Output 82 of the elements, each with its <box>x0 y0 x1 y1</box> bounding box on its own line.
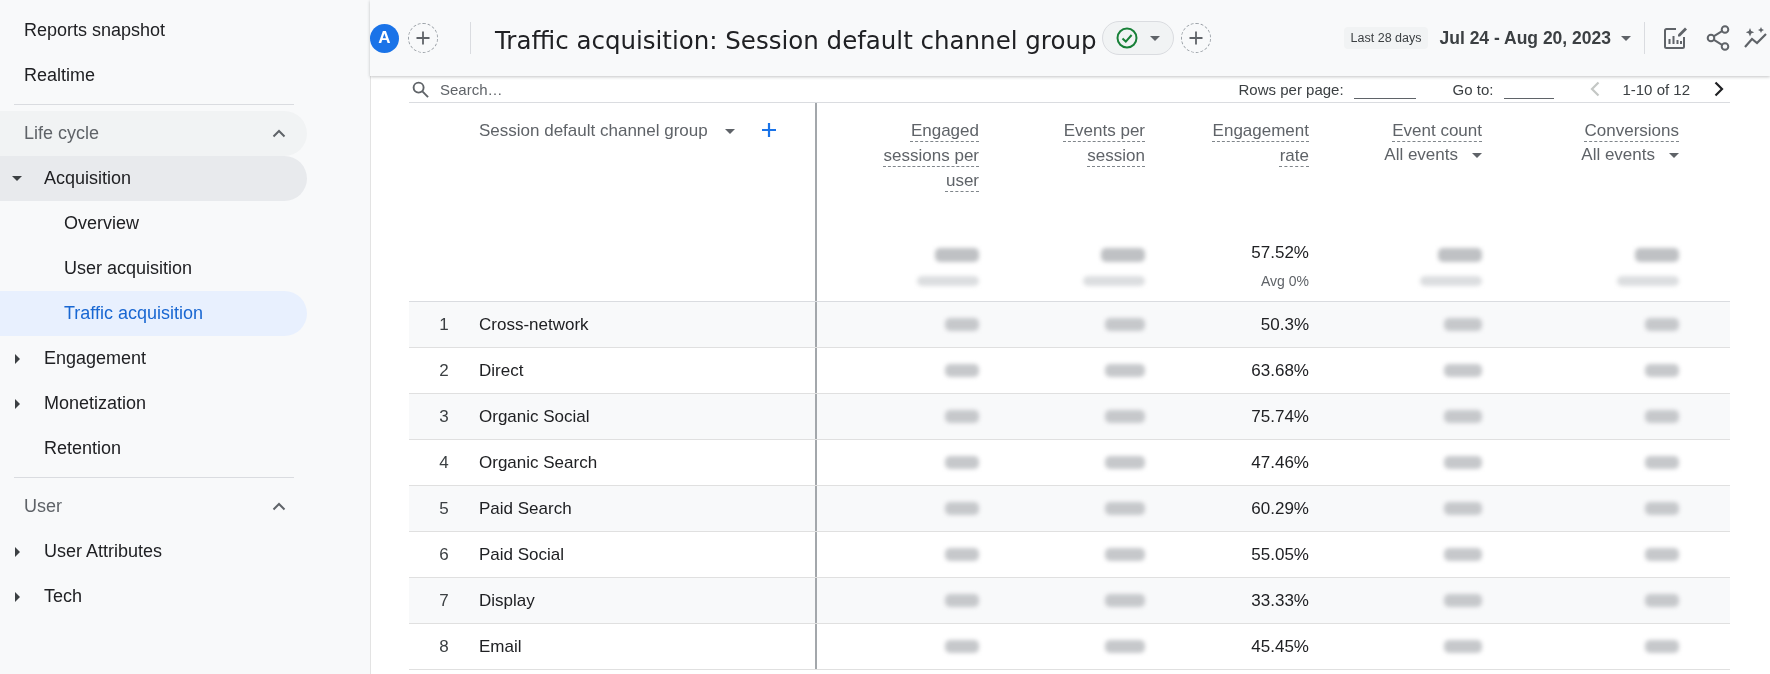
channel-name: Paid Search <box>479 498 572 518</box>
status-dropdown[interactable] <box>1102 21 1175 55</box>
rows-per-page-label: Rows per page: <box>1238 80 1344 98</box>
plus-icon <box>1188 30 1205 46</box>
plus-icon <box>760 122 777 138</box>
column-header[interactable]: Engaged sessions per user <box>867 118 979 193</box>
caret-down-icon <box>1621 35 1631 41</box>
table-cell: 55.05% <box>1251 544 1309 565</box>
table-cell: 50.3% <box>1260 314 1309 335</box>
nav-item[interactable]: User Attributes <box>0 529 307 574</box>
channel-name: Cross-network <box>479 314 589 334</box>
channel-name: Paid Social <box>479 544 565 564</box>
row-number: 4 <box>439 452 449 473</box>
event-filter-dropdown[interactable]: All events <box>1384 145 1482 165</box>
dimension-dropdown[interactable]: Session default channel group <box>479 121 735 141</box>
channel-name: Email <box>479 636 522 656</box>
channel-name: Organic Search <box>479 452 598 472</box>
nav-item[interactable]: Acquisition <box>0 156 307 201</box>
caret-down-icon <box>1150 35 1161 41</box>
section-header[interactable]: Life cycle <box>0 111 307 156</box>
plus-icon <box>415 30 431 46</box>
table-cell: 63.68% <box>1251 360 1309 381</box>
chevron-up-icon <box>272 502 286 511</box>
table-cell: 33.33% <box>1251 590 1309 611</box>
blurred-value <box>1420 276 1482 286</box>
nav-item[interactable]: Realtime <box>0 53 307 98</box>
row-number: 7 <box>439 590 449 611</box>
blurred-value <box>917 276 979 286</box>
column-header[interactable]: Event count <box>1392 118 1482 143</box>
row-number: 8 <box>439 636 449 657</box>
chevron-up-icon <box>272 129 286 138</box>
date-preset-chip: Last 28 days <box>1343 27 1429 49</box>
nav-item[interactable]: Traffic acquisition <box>0 291 307 336</box>
nav-item[interactable]: Retention <box>0 426 307 471</box>
row-number: 5 <box>439 498 449 519</box>
column-header[interactable]: Engagement rate <box>1197 118 1309 168</box>
date-range-button[interactable]: Jul 24 - Aug 20, 2023 <box>1439 27 1631 49</box>
nav-item[interactable]: Engagement <box>0 336 307 381</box>
search-icon <box>412 80 429 98</box>
nav-item[interactable]: Overview <box>0 201 307 246</box>
blurred-value <box>1617 276 1679 286</box>
table-cell: 47.46% <box>1251 452 1309 473</box>
go-to-label: Go to: <box>1452 80 1494 98</box>
share-icon <box>1706 25 1730 51</box>
search-field[interactable]: Search… <box>440 79 640 99</box>
next-page-button[interactable] <box>1714 81 1724 97</box>
channel-name: Organic Social <box>479 406 590 426</box>
table-cell: 60.29% <box>1251 498 1309 519</box>
share-button[interactable] <box>1706 25 1730 51</box>
channel-name: Display <box>479 590 535 610</box>
insights-button[interactable] <box>1744 26 1768 50</box>
table-cell: 75.74% <box>1251 406 1309 427</box>
nav-item[interactable]: Reports snapshot <box>0 8 307 53</box>
check-circle-icon <box>1116 27 1139 49</box>
row-number: 2 <box>439 360 449 381</box>
row-number: 6 <box>439 544 449 565</box>
event-filter-dropdown[interactable]: All events <box>1581 145 1679 165</box>
column-header[interactable]: Events per session <box>1033 118 1145 168</box>
chevron-right-icon <box>1714 81 1724 97</box>
row-number: 1 <box>439 314 449 335</box>
table-cell: 45.45% <box>1251 636 1309 657</box>
row-number: 3 <box>439 406 449 427</box>
section-header[interactable]: User <box>0 484 307 529</box>
nav-item[interactable]: Tech <box>0 574 307 619</box>
sparkle-trend-icon <box>1744 26 1768 50</box>
segment-badge[interactable]: A <box>370 23 399 53</box>
report-title: Traffic acquisition: Session default channel group <box>495 25 1097 55</box>
total-note: Avg 0% <box>1261 272 1309 291</box>
customize-report-button[interactable] <box>1662 25 1688 51</box>
total-value: 57.52% <box>1251 242 1309 264</box>
chart-edit-icon <box>1662 25 1688 51</box>
column-header[interactable]: Conversions <box>1584 118 1679 143</box>
caret-down-icon <box>724 128 735 134</box>
caret-down-icon <box>1669 152 1679 158</box>
caret-down-icon <box>1472 152 1482 158</box>
blurred-value <box>1083 276 1145 286</box>
nav-item[interactable]: Monetization <box>0 381 307 426</box>
add-dimension-button[interactable] <box>760 122 777 138</box>
page-range: 1-10 of 12 <box>1622 80 1690 98</box>
chevron-left-icon <box>1590 81 1601 97</box>
channel-name: Direct <box>479 360 524 380</box>
nav-item[interactable]: User acquisition <box>0 246 307 291</box>
